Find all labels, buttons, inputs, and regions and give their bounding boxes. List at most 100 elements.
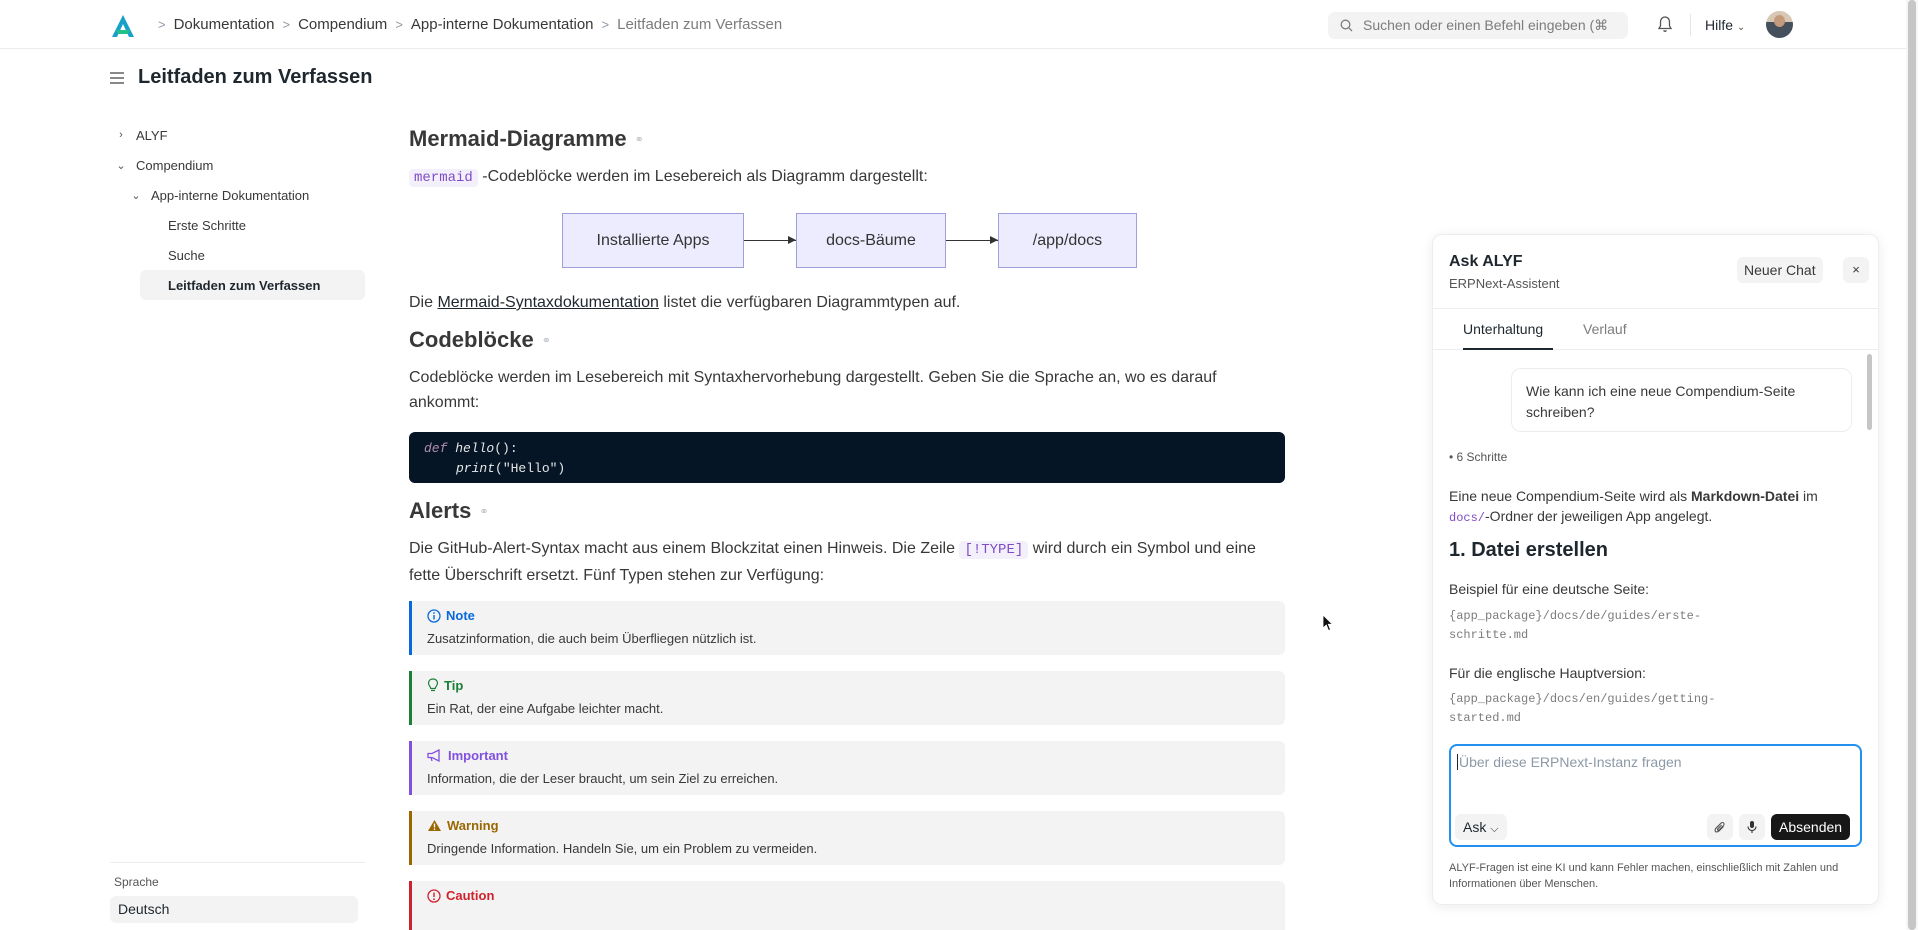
mermaid-intro: mermaid -Codeblöcke werden im Lesebereic…: [409, 164, 1285, 191]
help-label: Hilfe: [1705, 17, 1734, 33]
bold-text: Markdown-Datei: [1691, 488, 1800, 504]
stop-icon: [427, 888, 441, 903]
alert-title: Note: [427, 608, 1270, 623]
chat-input-placeholder: Über diese ERPNext-Instanz fragen: [1457, 754, 1682, 770]
diagram-arrow: [744, 236, 796, 244]
alert-title-text: Caution: [446, 888, 495, 903]
alert-caution: Caution: [409, 881, 1285, 930]
diagram-arrow: [946, 236, 998, 244]
tree-item-alyf[interactable]: › ALYF: [110, 120, 365, 150]
text: im: [1799, 488, 1818, 504]
attach-button[interactable]: [1707, 814, 1733, 840]
path-line: {app_package}/docs/de/guides/erste-: [1449, 609, 1702, 623]
assistant-title: Ask ALYF: [1449, 253, 1523, 270]
inline-code: mermaid: [409, 169, 478, 187]
chat-scrollbar-thumb[interactable]: [1867, 354, 1872, 430]
search-bar[interactable]: Suchen oder einen Befehl eingeben (⌘: [1328, 12, 1628, 39]
codeblocks-text: Codeblöcke werden im Lesebereich mit Syn…: [409, 369, 1217, 411]
text: Die: [409, 294, 438, 311]
sidebar-toggle-icon[interactable]: [110, 71, 124, 84]
alert-text: Information, die der Leser braucht, um s…: [427, 771, 779, 786]
link-anchor-icon[interactable]: ⚭: [635, 133, 644, 146]
alert-tip: Tip Ein Rat, der eine Aufgabe leichter m…: [409, 671, 1285, 725]
alert-text: Zusatzinformation, die auch beim Überfli…: [427, 631, 757, 646]
breadcrumb-separator-icon: >: [158, 17, 166, 32]
breadcrumb-separator-icon: >: [601, 17, 610, 32]
code-rest: ("Hello"): [495, 461, 566, 476]
answer-intro: Eine neue Compendium-Seite wird als Mark…: [1449, 486, 1854, 528]
language-select[interactable]: Deutsch: [110, 896, 358, 923]
mode-select[interactable]: Ask ⌵: [1455, 814, 1507, 840]
diagram-node: Installierte Apps: [562, 213, 744, 268]
notification-bell-icon[interactable]: [1657, 15, 1673, 33]
help-dropdown[interactable]: Hilfe ⌄: [1705, 17, 1745, 33]
mode-label: Ask: [1463, 819, 1487, 835]
mermaid-intro-text: -Codeblöcke werden im Lesebereich als Di…: [482, 168, 928, 185]
info-icon: [427, 608, 441, 623]
page-scrollbar[interactable]: [1906, 0, 1918, 930]
tab-verlauf[interactable]: Verlauf: [1583, 321, 1627, 337]
lightbulb-icon: [427, 678, 439, 692]
tree-item-compendium[interactable]: ⌄ Compendium: [110, 150, 365, 180]
link-anchor-icon[interactable]: ⚭: [479, 505, 488, 518]
breadcrumb-separator-icon: >: [395, 17, 403, 32]
link-anchor-icon[interactable]: ⚭: [542, 334, 551, 347]
path-line: started.md: [1449, 711, 1522, 725]
heading-text: Alerts: [409, 498, 472, 523]
heading-alerts: Alerts ⚭: [409, 498, 1285, 524]
alert-title: Tip: [427, 678, 1270, 693]
docs-tree: › ALYF ⌄ Compendium ⌄ App-interne Dokume…: [110, 120, 365, 300]
alert-note: Note Zusatzinformation, die auch beim Üb…: [409, 601, 1285, 655]
alert-title-text: Warning: [447, 818, 499, 833]
close-panel-button[interactable]: ×: [1843, 257, 1869, 283]
chevron-down-icon: ⌄: [1736, 22, 1746, 33]
example-de-path: {app_package}/docs/de/guides/erste-schri…: [1449, 607, 1854, 645]
breadcrumb-item-current: Leitfaden zum Verfassen: [617, 16, 783, 33]
voice-input-button[interactable]: [1739, 814, 1765, 840]
text: Die GitHub-Alert-Syntax macht aus einem …: [409, 540, 960, 557]
alert-warning: Warning Dringende Information. Handeln S…: [409, 811, 1285, 865]
text: Eine neue Compendium-Seite wird als: [1449, 488, 1692, 504]
steps-label: 6 Schritte: [1456, 450, 1508, 464]
breadcrumb: > Dokumentation > Compendium > App-inter…: [150, 16, 782, 33]
alerts-text: Die GitHub-Alert-Syntax macht aus einem …: [409, 536, 1285, 588]
user-avatar[interactable]: [1766, 11, 1793, 38]
example-de-label: Beispiel für eine deutsche Seite:: [1449, 581, 1650, 597]
tree-item-app-docs[interactable]: ⌄ App-interne Dokumentation: [110, 180, 365, 210]
language-selector-block: Sprache Deutsch: [110, 862, 365, 923]
answer-heading: 1. Datei erstellen: [1449, 539, 1608, 561]
mermaid-diagram: Installierte Apps docs-Bäume /app/docs: [562, 213, 1285, 268]
chevron-down-icon: ⌵: [1490, 823, 1499, 835]
chat-input[interactable]: Über diese ERPNext-Instanz fragen Ask ⌵ …: [1449, 744, 1862, 847]
assistant-tabs: Unterhaltung Verlauf: [1433, 308, 1878, 350]
search-placeholder: Suchen oder einen Befehl eingeben (⌘: [1363, 17, 1609, 33]
active-tab-indicator: [1463, 348, 1553, 350]
app-logo-icon[interactable]: [110, 13, 136, 39]
heading-text: Mermaid-Diagramme: [409, 126, 627, 151]
breadcrumb-separator-icon: >: [282, 17, 291, 32]
steps-toggle[interactable]: • 6 Schritte: [1449, 450, 1507, 464]
tree-item-label: Erste Schritte: [168, 217, 247, 233]
example-en-label: Für die englische Hauptversion:: [1449, 665, 1646, 681]
heading-text: Codeblöcke: [409, 327, 534, 352]
send-button[interactable]: Absenden: [1771, 814, 1851, 840]
tree-item-suche[interactable]: Suche: [110, 240, 365, 270]
code-line: print("Hello"): [424, 459, 1270, 479]
breadcrumb-item-compendium[interactable]: Compendium: [298, 16, 387, 33]
megaphone-icon: [427, 749, 440, 762]
mermaid-outro: Die Mermaid-Syntaxdokumentation listet d…: [409, 290, 1285, 315]
new-chat-button[interactable]: Neuer Chat: [1737, 257, 1823, 283]
tree-item-label: ALYF: [136, 127, 168, 143]
tree-item-leitfaden[interactable]: Leitfaden zum Verfassen: [140, 270, 365, 300]
main-content: Mermaid-Diagramme ⚭ mermaid -Codeblöcke w…: [409, 126, 1285, 930]
heading-mermaid: Mermaid-Diagramme ⚭: [409, 126, 1285, 152]
breadcrumb-item-app-docs[interactable]: App-interne Dokumentation: [411, 16, 594, 33]
mermaid-docs-link[interactable]: Mermaid-Syntaxdokumentation: [437, 294, 658, 311]
tree-item-erste-schritte[interactable]: Erste Schritte: [110, 210, 365, 240]
alert-important: Important Information, die der Leser bra…: [409, 741, 1285, 795]
alert-text: Dringende Information. Handeln Sie, um e…: [427, 841, 818, 856]
page-scrollbar-thumb[interactable]: [1908, 0, 1916, 930]
breadcrumb-item-dokumentation[interactable]: Dokumentation: [174, 16, 275, 33]
tab-unterhaltung[interactable]: Unterhaltung: [1463, 321, 1543, 337]
alert-title-text: Important: [448, 748, 508, 763]
